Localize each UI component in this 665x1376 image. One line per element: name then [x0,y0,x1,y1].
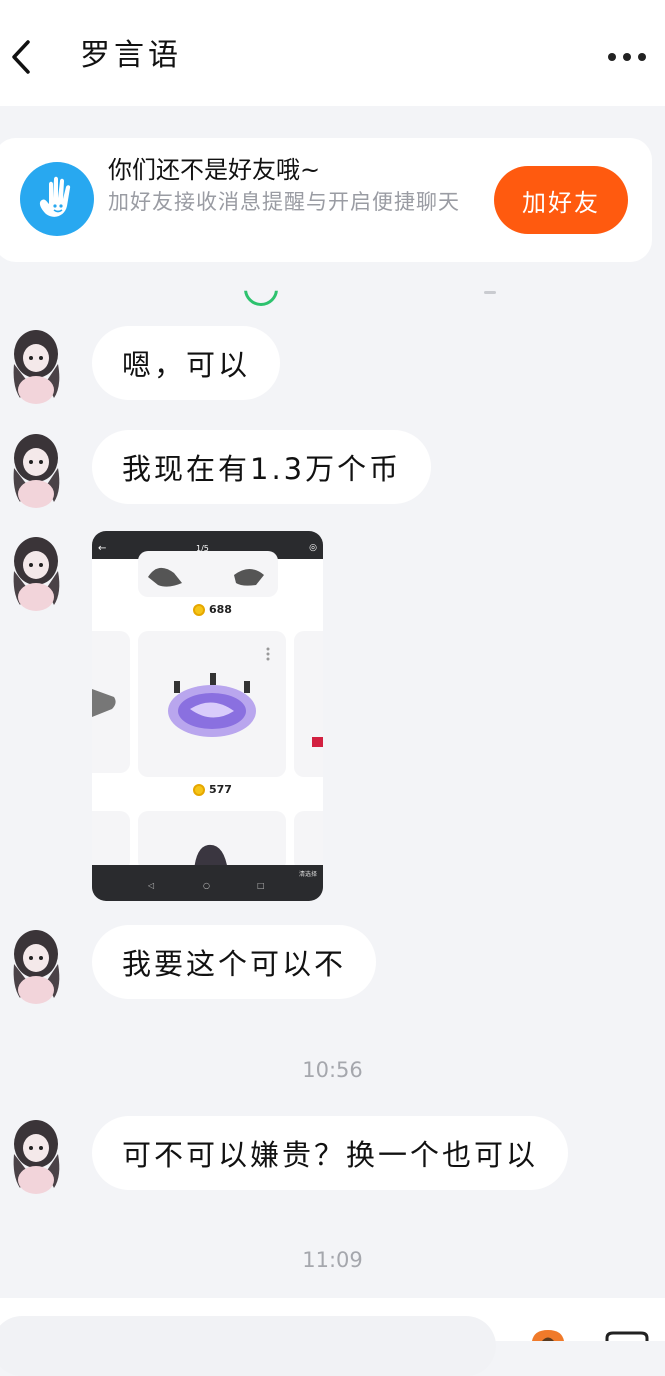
nav-recent-icon: □ [257,881,265,890]
timestamp: 11:09 [302,1248,363,1272]
avatar[interactable] [6,324,68,404]
screenshot-price: 688 [193,603,232,616]
friend-request-banner: 你们还不是好友哦~ 加好友接收消息提醒与开启便捷聊天 加好友 [0,138,652,262]
coin-icon [193,783,205,796]
add-more-icon[interactable] [604,1330,650,1341]
message-input[interactable] [0,1316,496,1376]
message-bubble[interactable]: 我现在有1.3万个币 [92,430,432,504]
more-options-icon[interactable] [607,46,647,68]
screenshot-nav-bar: 清选择 ◁ ○ □ [92,865,323,901]
screenshot-item-card [294,811,323,871]
image-message[interactable]: ← 1/5 ◎ 688 577 清选择 ◁ ○ □ [92,531,323,901]
screenshot-back-icon: ← [98,543,107,554]
page-title: 罗言语 [80,38,182,73]
partial-divider [484,291,496,294]
banner-title: 你们还不是好友哦~ [108,156,321,184]
screenshot-item-card [92,631,130,773]
screenshot-price: 577 [193,783,232,796]
banner-subtitle: 加好友接收消息提醒与开启便捷聊天 [108,190,460,214]
screenshot-item-card [138,551,278,597]
partial-status-icon [244,290,278,306]
timestamp: 10:56 [302,1058,363,1082]
message-bubble[interactable]: 可不可以嫌贵？换一个也可以 [92,1116,569,1190]
screenshot-check-icon: ◎ [309,543,317,553]
screenshot-item-card [92,811,130,871]
hand-wave-icon [20,162,94,236]
message-bubble[interactable]: 嗯，可以 [92,326,281,400]
avatar[interactable] [6,924,68,1004]
nav-home-icon: ○ [203,881,210,890]
screenshot-item-card [138,631,286,777]
back-arrow-icon[interactable] [4,36,40,78]
screenshot-item-card [294,631,323,777]
message-bubble[interactable]: 我要这个可以不 [92,925,377,999]
avatar[interactable] [6,531,68,611]
screenshot-item-card [138,811,286,871]
input-bar [0,1298,665,1376]
emoji-mascot-icon[interactable] [528,1328,568,1341]
avatar[interactable] [6,428,68,508]
screenshot-footer-hint: 清选择 [298,871,317,878]
coin-icon [193,603,205,616]
top-bar: 罗言语 [0,0,665,106]
add-friend-button[interactable]: 加好友 [494,166,628,234]
avatar[interactable] [6,1114,68,1194]
nav-back-icon: ◁ [148,881,155,890]
